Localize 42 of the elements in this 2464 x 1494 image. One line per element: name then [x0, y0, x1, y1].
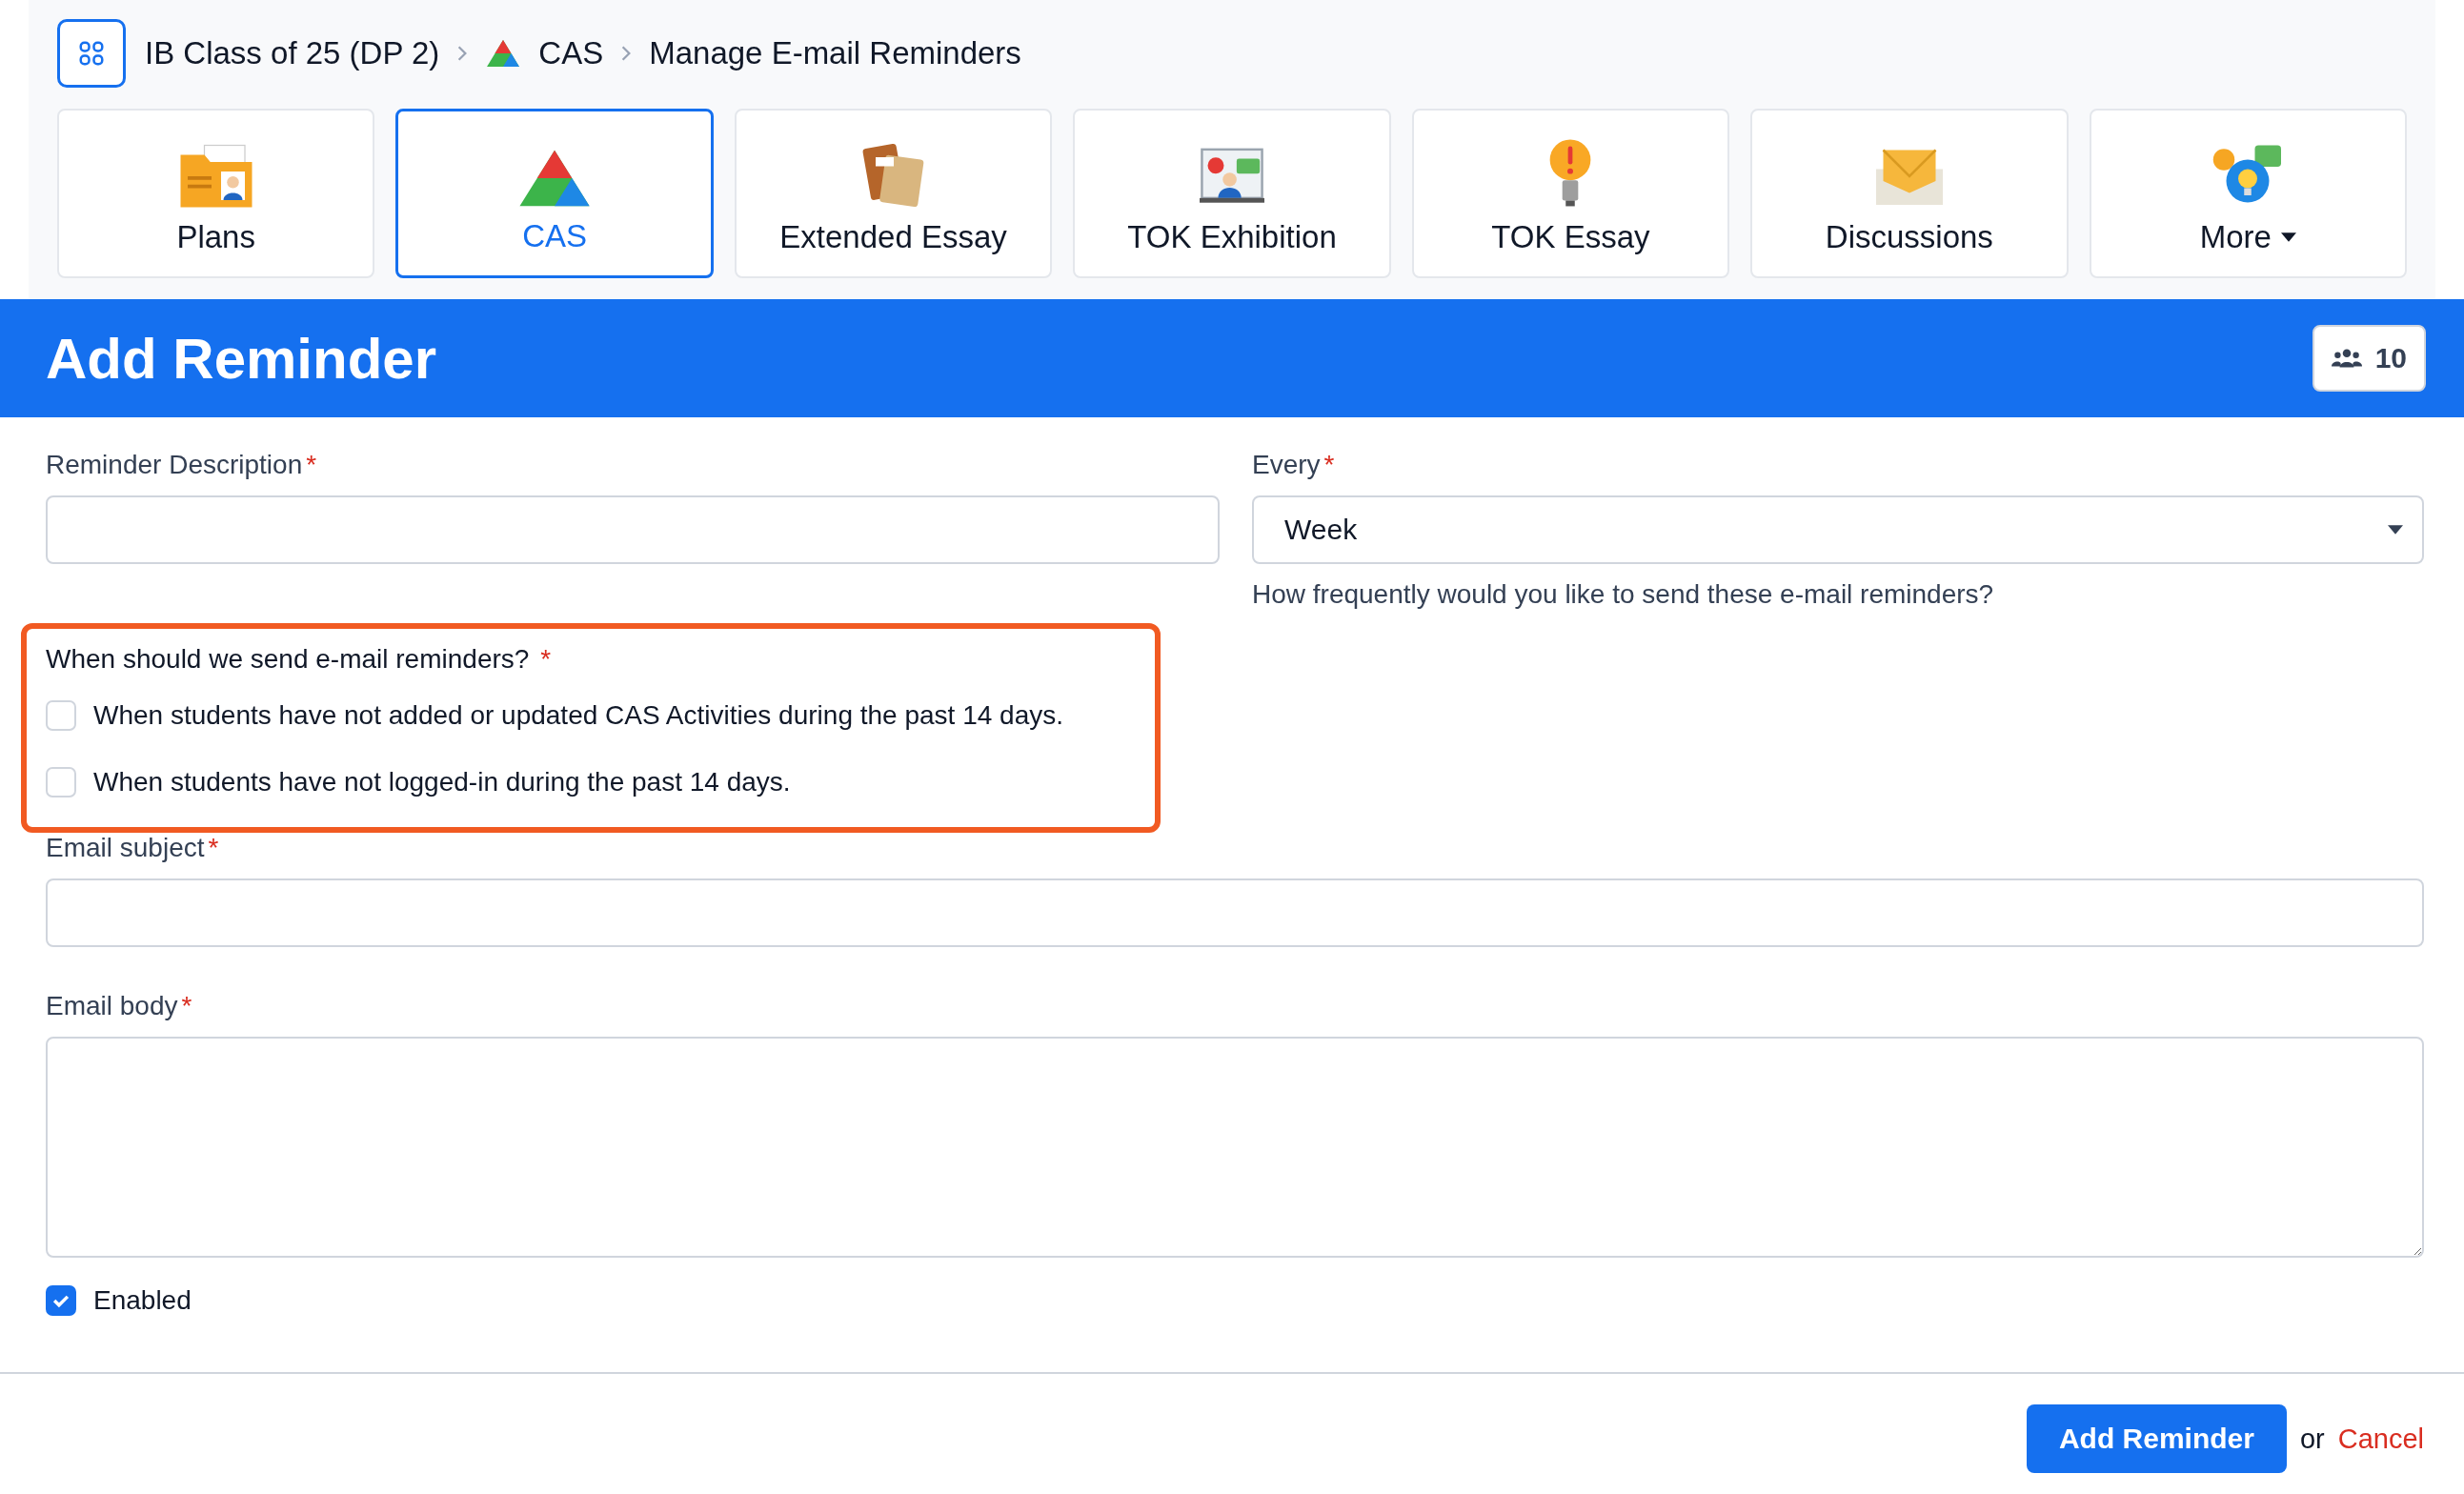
nav-tab[interactable]: Discussions	[1750, 109, 2069, 278]
required-mark: *	[1323, 450, 1335, 479]
members-button[interactable]: 10	[2312, 325, 2426, 392]
option-label: Enabled	[93, 1285, 192, 1316]
required-mark: *	[208, 833, 219, 862]
apps-button[interactable]	[57, 19, 126, 88]
nav-tab[interactable]: TOK Essay	[1411, 109, 1730, 278]
add-reminder-button[interactable]: Add Reminder	[2026, 1404, 2287, 1473]
option-label: When students have not added or updated CAS Activities during the past 14 days.	[93, 700, 1063, 731]
nav-tab[interactable]: Extended Essay	[734, 109, 1053, 278]
nav-tab[interactable]: Plans	[57, 109, 375, 278]
cancel-link[interactable]: Cancel	[2337, 1423, 2424, 1455]
checkbox[interactable]	[46, 1285, 76, 1316]
required-mark: *	[306, 450, 317, 479]
required-mark: *	[181, 991, 192, 1020]
field-label: Reminder Description	[46, 450, 303, 479]
chevron-icon	[620, 45, 633, 62]
nav-tab[interactable]: CAS	[395, 109, 714, 278]
or-text: or	[2299, 1423, 2325, 1455]
triangle-logo-icon	[485, 38, 522, 69]
caret-icon	[2280, 232, 2296, 242]
header-title: Add Reminder	[46, 325, 437, 392]
frequency-dropdown[interactable]: Week	[1252, 495, 2424, 564]
breadcrumb-link[interactable]: CAS	[538, 35, 604, 71]
people-icon	[2331, 348, 2362, 369]
field-label: Email body	[46, 991, 178, 1020]
body-textarea[interactable]	[46, 1037, 2424, 1258]
question-label: When should we send e-mail reminders?	[46, 644, 530, 674]
subject-input[interactable]	[46, 878, 2424, 947]
breadcrumb-link[interactable]: IB Class of 25 (DP 2)	[145, 35, 440, 71]
grid-icon	[77, 39, 106, 68]
field-label: Email subject	[46, 833, 205, 862]
chevron-icon	[456, 45, 469, 62]
nav-tab[interactable]: More	[2089, 109, 2407, 278]
option-label: When students have not logged-in during the past 14 days.	[93, 767, 791, 797]
description-input[interactable]	[46, 495, 1220, 564]
help-text: How frequently would you like to send these e-mail reminders?	[1252, 579, 1995, 610]
nav-tab[interactable]: TOK Exhibition	[1073, 109, 1391, 278]
required-mark: *	[540, 644, 552, 674]
page-title: Manage E-mail Reminders	[649, 35, 1021, 71]
field-label: Every	[1252, 450, 1321, 479]
caret-icon	[2388, 525, 2403, 535]
